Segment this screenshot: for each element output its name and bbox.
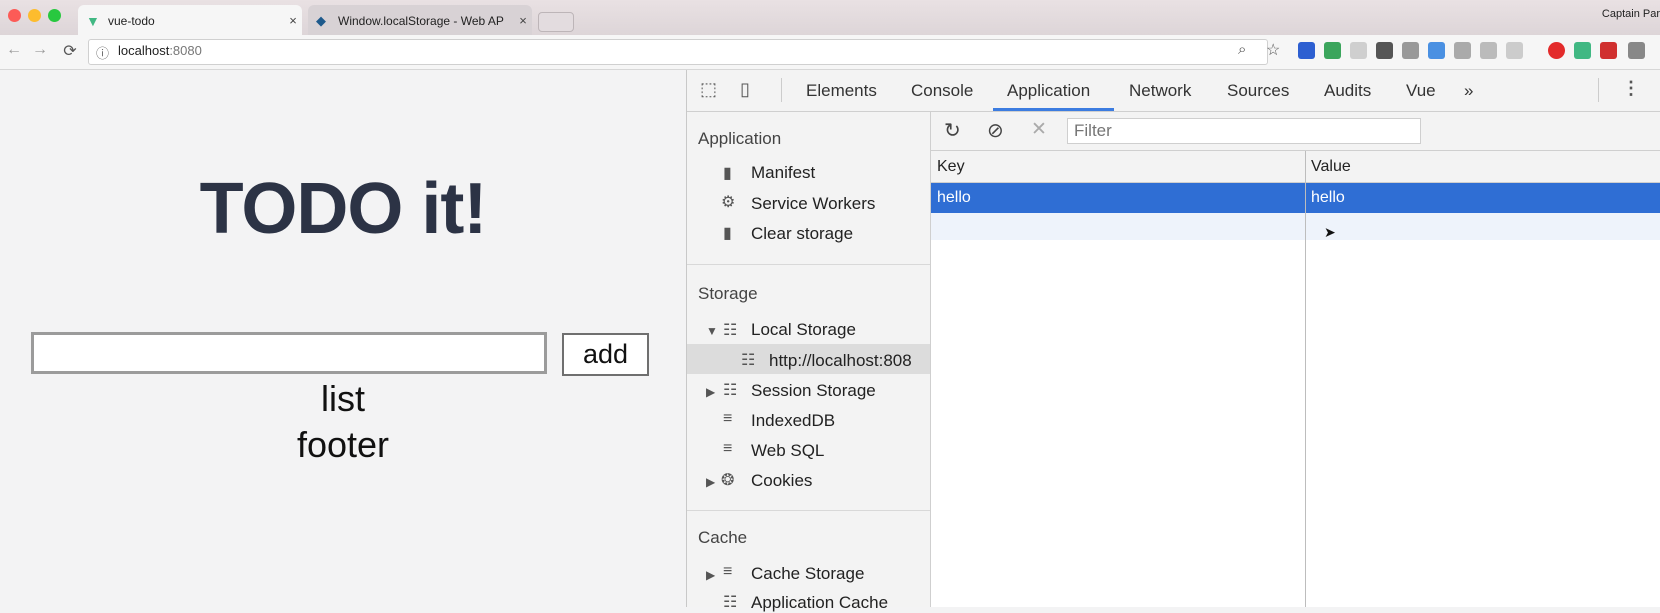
gear-icon: ⚙ [721, 194, 736, 211]
extension-icon[interactable] [1324, 42, 1341, 59]
sidebar-divider [687, 510, 930, 511]
database-icon: ≡ [723, 440, 733, 457]
delete-selected-icon[interactable]: ✕ [1031, 118, 1047, 141]
extension-icon[interactable] [1600, 42, 1617, 59]
sidebar-item-localhost-origin[interactable]: http://localhost:808 [769, 351, 912, 371]
tab-audits[interactable]: Audits [1324, 81, 1371, 101]
active-tab-indicator [993, 108, 1114, 111]
sidebar-item-web-sql[interactable]: Web SQL [751, 441, 824, 461]
extension-icon[interactable] [1480, 42, 1497, 59]
database-icon: ≡ [723, 410, 733, 427]
sidebar-header-storage: Storage [698, 284, 758, 303]
collapsed-triangle-icon[interactable]: ▶ [706, 475, 715, 489]
clear-all-icon[interactable]: ⊘ [987, 118, 1004, 143]
tab-elements[interactable]: Elements [806, 81, 877, 101]
extension-icon[interactable] [1428, 42, 1445, 59]
extension-icon[interactable] [1402, 42, 1419, 59]
info-icon[interactable]: ⓘ [96, 43, 109, 62]
sidebar-header-application: Application [698, 129, 782, 148]
tab-sources[interactable]: Sources [1227, 81, 1289, 101]
grid-icon: ☷ [741, 352, 756, 369]
sidebar-item-local-storage[interactable]: Local Storage [751, 320, 856, 340]
close-window-button[interactable] [8, 9, 21, 22]
inspect-element-icon[interactable]: ⬚ [700, 79, 717, 100]
close-tab-icon[interactable]: × [284, 13, 302, 28]
table-row[interactable] [931, 183, 1660, 213]
tab-vue[interactable]: Vue [1406, 81, 1436, 101]
sidebar-item-indexeddb[interactable]: IndexedDB [751, 411, 835, 431]
column-divider[interactable] [1305, 151, 1306, 607]
maximize-window-button[interactable] [48, 9, 61, 22]
tab-application[interactable]: Application [1007, 81, 1090, 101]
sidebar-item-session-storage[interactable]: Session Storage [751, 381, 876, 401]
add-button[interactable]: add [562, 333, 649, 376]
database-icon: ≡ [723, 563, 733, 580]
profile-name[interactable]: Captain Par [1602, 8, 1660, 20]
column-header-key[interactable]: Key [937, 158, 965, 176]
sidebar-item-cache-storage[interactable]: Cache Storage [751, 564, 864, 584]
forward-button[interactable]: → [30, 41, 50, 59]
url-port: :8080 [169, 43, 202, 58]
extension-icon[interactable] [1350, 42, 1367, 59]
more-tabs-button[interactable]: » [1464, 81, 1473, 101]
trash-icon: ▮ [723, 225, 732, 242]
close-tab-icon[interactable]: × [514, 13, 532, 28]
vue-logo-icon: ▼ [86, 12, 100, 29]
grid-icon: ☷ [723, 322, 738, 339]
grid-icon: ☷ [723, 594, 738, 611]
mdn-logo-icon: ◆ [316, 12, 326, 28]
manifest-icon: ▮ [723, 165, 732, 182]
filter-input[interactable] [1067, 118, 1421, 144]
sidebar-item-service-workers[interactable]: Service Workers [751, 194, 875, 214]
tab-vue-todo[interactable]: ▼ vue-todo × [78, 5, 302, 36]
collapsed-triangle-icon[interactable]: ▶ [706, 568, 715, 582]
toolbar-divider [1598, 78, 1599, 102]
device-toolbar-icon[interactable]: ▯ [740, 79, 750, 100]
list-placeholder-text: list [321, 378, 365, 419]
cell-value[interactable]: hello [1311, 189, 1345, 207]
tab-title: Window.localStorage - Web AP [338, 13, 504, 28]
grid-icon: ☷ [723, 382, 738, 399]
extension-icon[interactable] [1454, 42, 1471, 59]
bookmark-star-icon[interactable]: ☆ [1266, 40, 1280, 60]
back-button[interactable]: ← [4, 41, 24, 59]
table-row-empty[interactable] [931, 213, 1660, 240]
extension-icon[interactable] [1298, 42, 1315, 59]
url-text: localhost:8080 [118, 43, 202, 58]
extension-icon[interactable] [1506, 42, 1523, 59]
url-host: localhost [118, 43, 170, 58]
zoom-icon[interactable]: ⌕ [1238, 41, 1246, 58]
collapsed-triangle-icon[interactable]: ▶ [706, 385, 715, 399]
sidebar-divider [687, 264, 930, 265]
storage-table-header [931, 151, 1660, 183]
pocket-icon[interactable] [1376, 42, 1393, 59]
sidebar-item-manifest[interactable]: Manifest [751, 163, 815, 183]
tab-localstorage-docs[interactable]: ◆ Window.localStorage - Web AP × [308, 5, 532, 36]
sidebar-item-clear-storage[interactable]: Clear storage [751, 224, 853, 244]
tab-title: vue-todo [108, 13, 155, 28]
todo-input[interactable] [31, 332, 547, 374]
expanded-triangle-icon[interactable]: ▼ [706, 324, 718, 338]
footer-placeholder-text: footer [296, 424, 390, 465]
sidebar-item-cookies[interactable]: Cookies [751, 471, 812, 491]
new-tab-button[interactable] [538, 12, 574, 32]
extension-icon[interactable] [1628, 42, 1645, 59]
mouse-cursor-icon: ➤ [1324, 224, 1336, 240]
minimize-window-button[interactable] [28, 9, 41, 22]
sidebar-item-application-cache[interactable]: Application Cache [751, 593, 888, 613]
tab-console[interactable]: Console [911, 81, 973, 101]
vue-devtools-icon[interactable] [1574, 42, 1591, 59]
opera-icon[interactable] [1548, 42, 1565, 59]
cell-key[interactable]: hello [937, 189, 971, 207]
page-title: TODO it! [199, 169, 488, 249]
tab-network[interactable]: Network [1129, 81, 1191, 101]
column-header-value[interactable]: Value [1311, 158, 1351, 176]
address-bar[interactable] [88, 39, 1268, 65]
reload-button[interactable]: ⟳ [60, 41, 80, 61]
refresh-icon[interactable]: ↻ [944, 118, 961, 143]
toolbar-divider [781, 78, 782, 102]
sidebar-header-cache: Cache [698, 528, 748, 547]
cookie-icon: ❂ [721, 472, 735, 489]
devtools-menu-icon[interactable]: ⋮ [1622, 78, 1640, 99]
